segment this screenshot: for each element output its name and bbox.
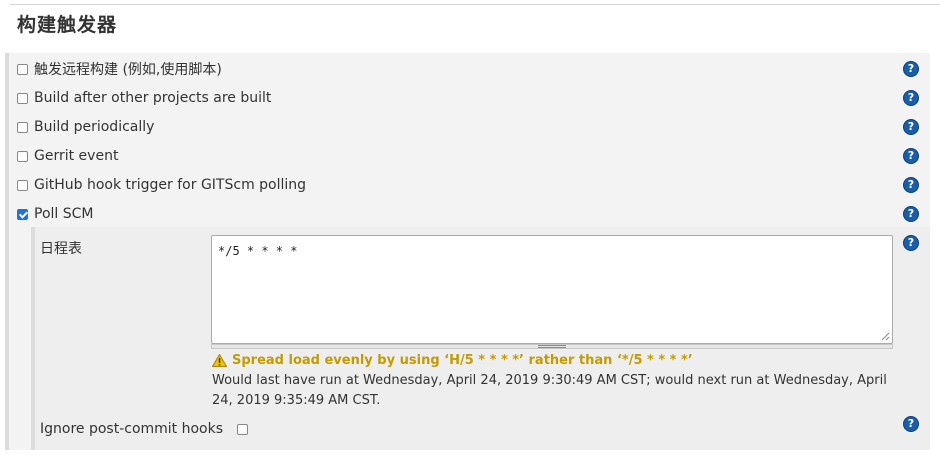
- trigger-gerrit-event[interactable]: Gerrit event: [17, 146, 118, 166]
- trigger-github-hook[interactable]: GitHub hook trigger for GITScm polling: [17, 175, 306, 195]
- help-icon[interactable]: ?: [903, 90, 919, 106]
- help-icon[interactable]: ?: [903, 206, 919, 222]
- poll-scm-left-bar: [31, 227, 35, 450]
- trigger-gerrit-event-label[interactable]: Gerrit event: [34, 148, 118, 164]
- trigger-build-periodically-checkbox[interactable]: [17, 121, 28, 133]
- schedule-warning: Spread load evenly by using ‘H/5 * * * *…: [212, 353, 693, 368]
- ignore-post-commit-hooks-label[interactable]: Ignore post-commit hooks: [40, 421, 223, 437]
- schedule-run-info: Would last have run at Wednesday, April …: [212, 373, 887, 408]
- trigger-poll-scm[interactable]: Poll SCM: [17, 204, 93, 224]
- warning-icon: [212, 354, 227, 367]
- trigger-gerrit-event-checkbox[interactable]: [17, 150, 28, 162]
- trigger-build-periodically-label[interactable]: Build periodically: [34, 119, 154, 135]
- trigger-remote-build[interactable]: 触发远程构建 (例如,使用脚本): [17, 59, 222, 79]
- ignore-hooks-help-icon[interactable]: ?: [903, 416, 919, 432]
- trigger-build-periodically[interactable]: Build periodically: [17, 117, 154, 137]
- trigger-github-hook-checkbox[interactable]: [17, 179, 28, 191]
- top-divider: [10, 4, 940, 5]
- textarea-resize-grip[interactable]: [211, 344, 893, 349]
- grip-lines: [538, 345, 566, 348]
- schedule-label: 日程表: [40, 241, 82, 257]
- warning-text: Spread load evenly by using ‘H/5 * * * *…: [232, 353, 693, 368]
- trigger-remote-build-checkbox[interactable]: [17, 63, 28, 75]
- help-icon[interactable]: ?: [903, 177, 919, 193]
- trigger-poll-scm-checkbox[interactable]: [17, 208, 28, 220]
- help-icon[interactable]: ?: [903, 61, 919, 77]
- schedule-help-icon[interactable]: ?: [903, 235, 919, 251]
- trigger-remote-build-label[interactable]: 触发远程构建 (例如,使用脚本): [34, 59, 222, 79]
- trigger-github-hook-label[interactable]: GitHub hook trigger for GITScm polling: [34, 177, 306, 193]
- trigger-build-after-other-checkbox[interactable]: [17, 92, 28, 104]
- resize-corner-icon[interactable]: [880, 331, 890, 341]
- help-icon[interactable]: ?: [903, 119, 919, 135]
- trigger-build-after-other-label[interactable]: Build after other projects are built: [34, 90, 271, 106]
- trigger-poll-scm-label[interactable]: Poll SCM: [34, 206, 93, 222]
- section-title: 构建触发器: [17, 14, 118, 36]
- schedule-textarea[interactable]: */5 * * * *: [211, 235, 893, 344]
- ignore-post-commit-hooks[interactable]: Ignore post-commit hooks: [40, 419, 249, 439]
- panel-left-bar: [5, 53, 9, 450]
- ignore-post-commit-hooks-checkbox[interactable]: [237, 423, 249, 435]
- trigger-build-after-other[interactable]: Build after other projects are built: [17, 88, 271, 108]
- help-icon[interactable]: ?: [903, 148, 919, 164]
